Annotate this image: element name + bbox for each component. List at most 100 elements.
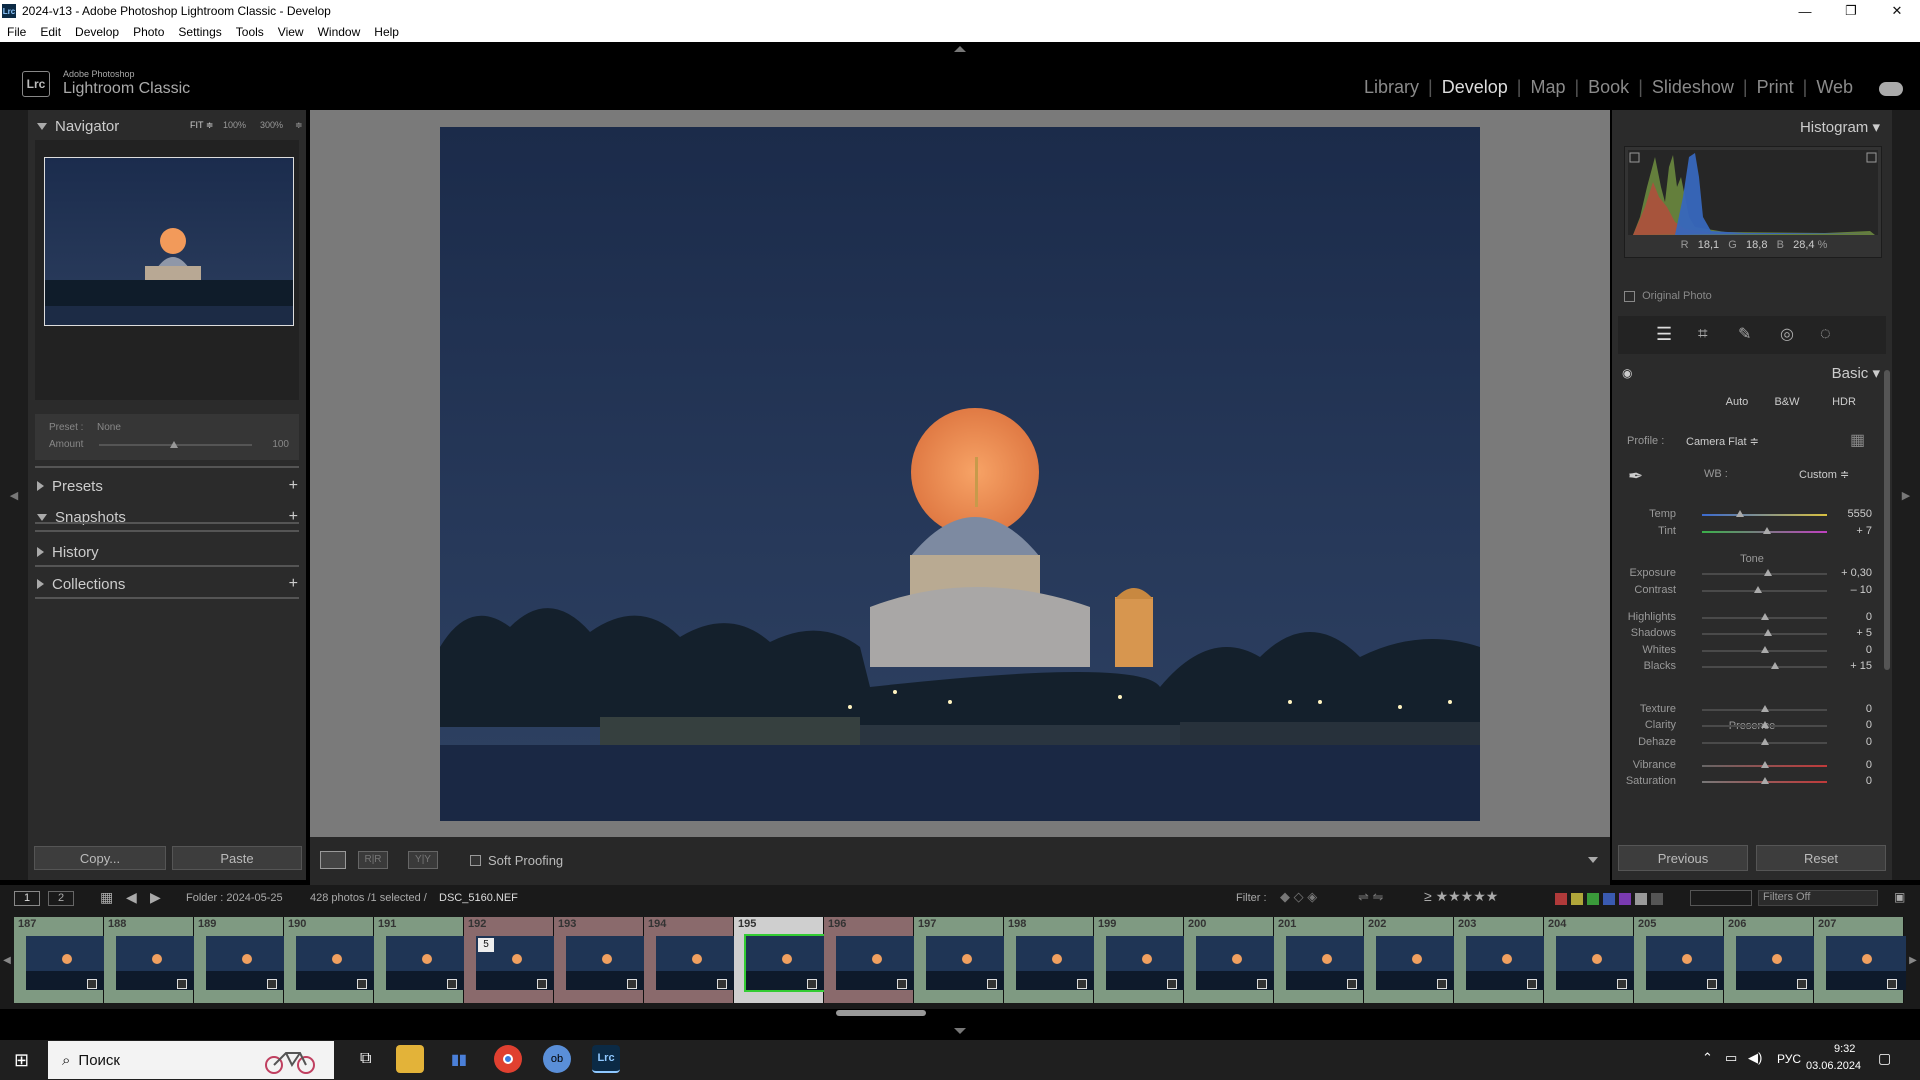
loupe-view-icon[interactable] — [320, 851, 346, 869]
filmstrip-thumbnail[interactable]: 187 — [14, 917, 106, 1003]
module-develop[interactable]: Develop — [1433, 77, 1517, 98]
original-photo-checkbox[interactable] — [1624, 290, 1635, 302]
filmstrip-scroll-right[interactable]: ▶ — [1906, 913, 1920, 1009]
grid-view-icon[interactable]: ▦ — [100, 889, 113, 906]
collections-header[interactable]: Collections + — [28, 570, 306, 598]
module-map[interactable]: Map — [1521, 77, 1574, 98]
eye-visibility-icon[interactable]: ◉ — [1622, 366, 1632, 380]
red-eye-icon[interactable]: ◎ — [1780, 324, 1794, 344]
profile-browser-icon[interactable]: ▦ — [1850, 430, 1865, 450]
color-label-yellow[interactable] — [1571, 893, 1583, 905]
slider-contrast[interactable]: Contrast – 10 — [1612, 582, 1892, 598]
flag-filter-icons[interactable]: ◆ ◇ ◈ — [1280, 889, 1317, 905]
folder-source[interactable]: Folder : 2024-05-25 — [186, 892, 283, 904]
zoom-fit[interactable]: FIT ≑ — [190, 120, 213, 131]
original-photo-toggle[interactable]: Original Photo — [1624, 290, 1882, 306]
history-header[interactable]: History — [28, 538, 306, 566]
filmstrip-thumbnail[interactable]: 205 — [1634, 917, 1726, 1003]
filmstrip-thumbnail[interactable]: 202 — [1364, 917, 1456, 1003]
cloud-sync-icon[interactable] — [1879, 82, 1903, 96]
slider-saturation[interactable]: Saturation 0 — [1612, 773, 1892, 789]
slider-thumb[interactable] — [1764, 629, 1773, 636]
slider-track[interactable] — [1702, 666, 1827, 668]
filmstrip-thumbnail[interactable]: 188 — [104, 917, 196, 1003]
add-collection-icon[interactable]: + — [289, 575, 298, 593]
filmstrip-thumbnail[interactable]: 194 — [644, 917, 736, 1003]
task-view-icon[interactable]: ⧉ — [360, 1050, 371, 1068]
slider-value[interactable]: + 7 — [1856, 525, 1872, 537]
filmstrip-thumbnail[interactable]: 196 — [824, 917, 916, 1003]
color-label-red[interactable] — [1555, 893, 1567, 905]
filmstrip-thumbnail[interactable]: 203 — [1454, 917, 1546, 1003]
edit-filter-icons[interactable]: ⇌ ⇋ — [1358, 889, 1383, 905]
slider-vibrance[interactable]: Vibrance 0 — [1612, 757, 1892, 773]
slider-thumb[interactable] — [1763, 527, 1771, 534]
color-label-custom[interactable] — [1635, 893, 1647, 905]
network-icon[interactable]: ▭ — [1725, 1050, 1737, 1066]
slider-blacks[interactable]: Blacks + 15 — [1612, 658, 1892, 674]
slider-value[interactable]: 0 — [1866, 703, 1872, 715]
slider-value[interactable]: 5550 — [1848, 508, 1872, 520]
windows-start-icon[interactable]: ⊞ — [14, 1050, 29, 1071]
filmstrip-thumbnail[interactable]: 199 — [1094, 917, 1186, 1003]
filters-off-dropdown[interactable]: Filters Off — [1758, 890, 1878, 906]
slider-exposure[interactable]: Exposure + 0,30 — [1612, 565, 1892, 581]
module-print[interactable]: Print — [1748, 77, 1803, 98]
slider-thumb[interactable] — [1760, 721, 1769, 728]
reset-button[interactable]: Reset — [1756, 845, 1886, 871]
slider-value[interactable]: 0 — [1866, 719, 1872, 731]
toolbar-menu-icon[interactable] — [1588, 857, 1598, 863]
auto-button[interactable]: Auto — [1712, 396, 1762, 414]
color-label-none[interactable] — [1651, 893, 1663, 905]
slider-temp[interactable]: Temp 5550 — [1612, 506, 1892, 522]
before-after-rr-icon[interactable]: R|R — [358, 851, 388, 869]
module-book[interactable]: Book — [1579, 77, 1638, 98]
filmstrip-thumbnail[interactable]: 201 — [1274, 917, 1366, 1003]
slider-thumb[interactable] — [1735, 510, 1744, 517]
paste-button[interactable]: Paste — [172, 846, 302, 870]
zoom-100[interactable]: 100% — [223, 120, 246, 130]
volume-icon[interactable]: ◀) — [1748, 1050, 1762, 1066]
lightroom-taskbar-icon[interactable]: Lrc — [592, 1045, 620, 1073]
menu-edit[interactable]: Edit — [33, 25, 68, 39]
filter-lock-icon[interactable]: ▣ — [1894, 890, 1905, 904]
healing-icon[interactable]: ✎ — [1738, 324, 1751, 344]
filmstrip-thumbnail[interactable]: 198 — [1004, 917, 1096, 1003]
before-after-yy-icon[interactable]: Y|Y — [408, 851, 438, 869]
basic-title[interactable]: Basic ▾ — [1832, 364, 1880, 382]
wb-eyedropper-icon[interactable]: ✒ — [1628, 466, 1643, 487]
tray-chevron-icon[interactable]: ⌃ — [1702, 1050, 1713, 1066]
chrome-icon[interactable] — [494, 1045, 522, 1073]
color-label-green[interactable] — [1587, 893, 1599, 905]
filmstrip-thumbnail[interactable]: 207 — [1814, 917, 1906, 1003]
slider-dehaze[interactable]: Dehaze 0 — [1612, 734, 1892, 750]
slider-thumb[interactable] — [1760, 705, 1769, 712]
ob-app-icon[interactable]: ob — [543, 1045, 571, 1073]
slider-track[interactable] — [1702, 514, 1827, 516]
left-panel-toggle[interactable]: ◀ — [0, 110, 28, 880]
slider-value[interactable]: – 10 — [1851, 584, 1872, 596]
navigator-header[interactable]: Navigator FIT ≑ 100% 300% ≑ — [28, 112, 306, 140]
slider-thumb[interactable] — [1760, 777, 1769, 784]
slider-value[interactable]: 0 — [1866, 644, 1872, 656]
forward-arrow-icon[interactable]: ▶ — [150, 889, 161, 906]
menu-settings[interactable]: Settings — [171, 25, 228, 39]
second-window-button[interactable]: 2 — [48, 891, 74, 906]
slider-thumb[interactable] — [1760, 761, 1769, 768]
menu-help[interactable]: Help — [367, 25, 406, 39]
filmstrip-thumbnail[interactable]: 190 — [284, 917, 376, 1003]
clock-date[interactable]: 03.06.2024 — [1806, 1060, 1861, 1072]
slider-shadows[interactable]: Shadows + 5 — [1612, 625, 1892, 641]
collapse-top-panel-icon[interactable] — [954, 46, 966, 52]
hdr-button[interactable]: HDR — [1819, 396, 1869, 414]
slider-texture[interactable]: Texture 0 — [1612, 701, 1892, 717]
filmstrip-thumbnail[interactable]: 189 — [194, 917, 286, 1003]
profile-dropdown[interactable]: Camera Flat ≑ — [1686, 435, 1759, 448]
menu-develop[interactable]: Develop — [68, 25, 126, 39]
minimize-button[interactable]: — — [1782, 0, 1828, 22]
filmstrip-thumbnail[interactable]: 206 — [1724, 917, 1816, 1003]
maximize-button[interactable]: ❐ — [1828, 0, 1874, 22]
charts-app-icon[interactable]: ▮▮ — [445, 1045, 473, 1073]
slider-thumb[interactable] — [1760, 738, 1769, 745]
snapshots-header[interactable]: Snapshots + — [28, 503, 306, 531]
